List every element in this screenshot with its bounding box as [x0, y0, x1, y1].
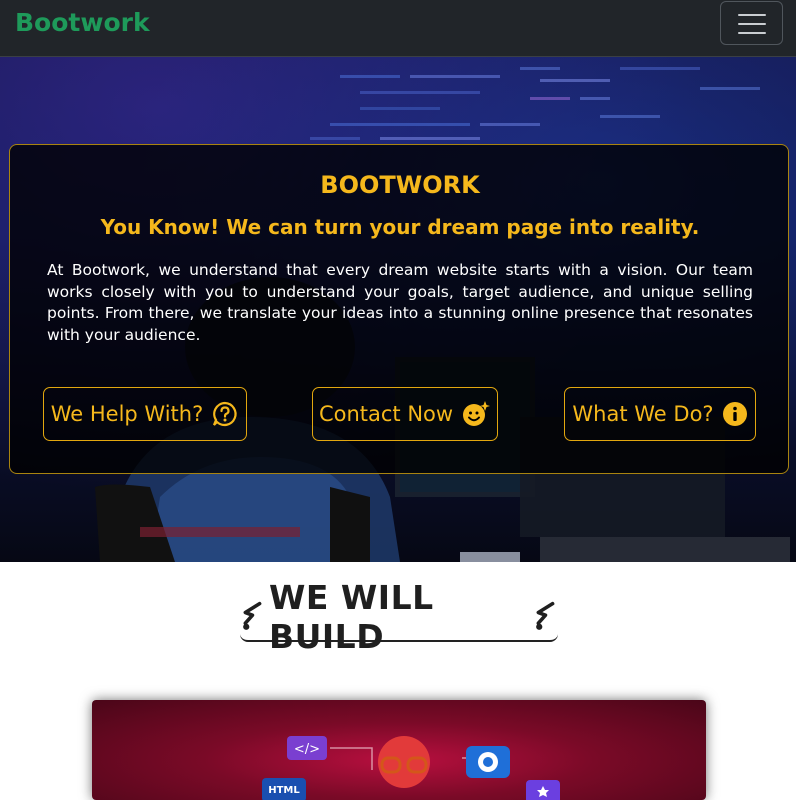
svg-text:HTML: HTML [268, 785, 300, 796]
brand-logo[interactable]: Bootwork [15, 8, 150, 37]
developer-illustration: </> HTML [262, 736, 560, 800]
smile-sparkle-icon [463, 401, 491, 426]
question-chat-icon [213, 401, 237, 427]
what-we-do-button[interactable]: What We Do? [564, 387, 756, 441]
navbar: Bootwork [0, 0, 796, 57]
hero-section: BOOTWORK You Know! We can turn your drea… [0, 57, 796, 562]
svg-text:</>: </> [294, 742, 320, 757]
info-circle-icon [722, 402, 747, 426]
lightning-icon [243, 601, 262, 630]
hero-title: BOOTWORK [320, 171, 480, 199]
section-title: WE WILL BUILD [268, 577, 434, 656]
hamburger-menu-icon [738, 14, 766, 16]
section-heading: WE WILL BUILD [240, 578, 558, 656]
hero-subtitle: You Know! We can turn your dream page in… [100, 215, 700, 239]
hero-description: At Bootwork, we understand that every dr… [47, 261, 753, 344]
contact-now-button[interactable]: Contact Now [312, 387, 498, 441]
navbar-toggle-button[interactable] [720, 1, 783, 45]
lightning-icon [536, 601, 555, 630]
hero-card: BOOTWORK You Know! We can turn your drea… [9, 144, 789, 474]
service-preview-image: </> HTML [92, 700, 706, 800]
we-help-with-button[interactable]: We Help With? [43, 387, 247, 441]
